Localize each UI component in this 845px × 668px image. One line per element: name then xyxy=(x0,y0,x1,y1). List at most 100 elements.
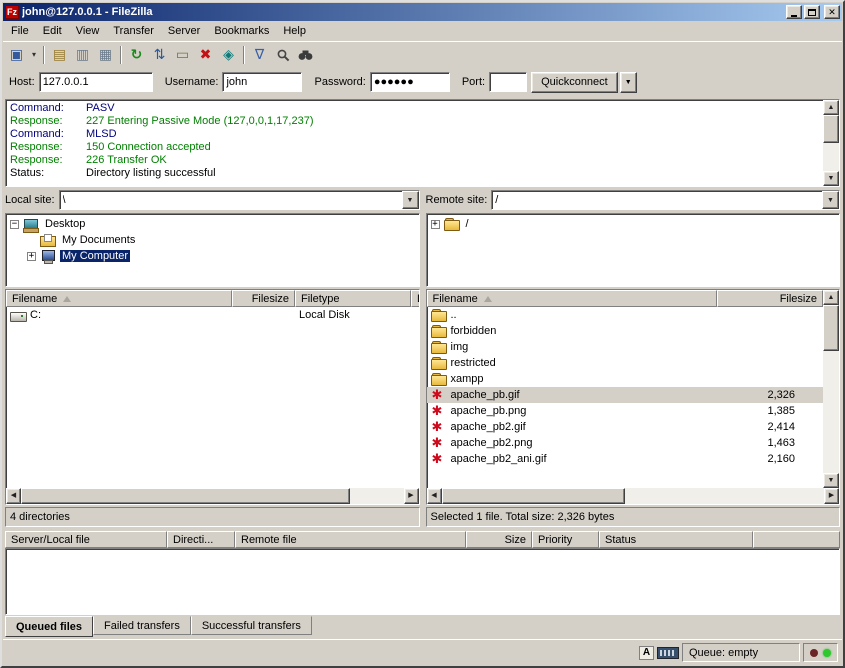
scroll-down-icon[interactable]: ▼ xyxy=(823,473,839,488)
local-column-filename[interactable]: Filename xyxy=(6,290,232,307)
local-column-filetype[interactable]: Filetype xyxy=(295,290,411,307)
menu-edit[interactable]: Edit xyxy=(36,23,69,39)
scroll-right-icon[interactable]: ▶ xyxy=(824,488,839,504)
remote-file-xampp[interactable]: xampp xyxy=(427,371,824,387)
local-tree-item-desktop[interactable]: −Desktop xyxy=(7,216,418,232)
remote-file-forbidden[interactable]: forbidden xyxy=(427,323,824,339)
local-site-combo[interactable]: ▼ xyxy=(59,190,420,210)
remote-site-input[interactable] xyxy=(492,191,822,209)
quickconnect-button[interactable]: Quickconnect xyxy=(531,72,618,93)
queue-column-priority[interactable]: Priority xyxy=(532,531,599,548)
site-manager-icon[interactable]: ▣ xyxy=(5,44,28,66)
local-tree-item-my-documents[interactable]: My Documents xyxy=(7,232,418,248)
remote-vscrollbar[interactable]: ▲ ▼ xyxy=(823,290,839,488)
find-icon[interactable] xyxy=(271,44,294,66)
site-manager-dropdown[interactable]: ▾ xyxy=(28,44,40,66)
title-bar[interactable]: Fz john@127.0.0.1 - FileZilla ✕ xyxy=(3,3,842,21)
remote-file-apache-pb-gif[interactable]: apache_pb.gif2,326 xyxy=(427,387,824,403)
toolbar-separator xyxy=(243,46,245,64)
folder-icon xyxy=(431,357,447,370)
drive-icon xyxy=(10,309,26,322)
toggle-local-tree-icon[interactable]: ▥ xyxy=(71,44,94,66)
expand-toggle-icon[interactable]: + xyxy=(431,220,440,229)
disconnect-icon[interactable]: ◈ xyxy=(217,44,240,66)
remote-file-node[interactable]: .. xyxy=(427,307,824,323)
scroll-up-icon[interactable]: ▲ xyxy=(823,290,839,305)
username-input[interactable] xyxy=(222,72,302,92)
remote-file-apache-pb2-png[interactable]: apache_pb2.png1,463 xyxy=(427,435,824,451)
queue-list[interactable] xyxy=(5,548,840,615)
scrollbar-track[interactable] xyxy=(823,305,839,473)
scroll-up-icon[interactable]: ▲ xyxy=(823,100,839,115)
log-scrollbar[interactable]: ▲ ▼ xyxy=(823,100,839,186)
local-site-dropdown[interactable]: ▼ xyxy=(402,191,419,209)
process-queue-icon[interactable]: ⇅ xyxy=(148,44,171,66)
folder-icon xyxy=(431,373,447,386)
local-tree-item-my-computer[interactable]: +My Computer xyxy=(7,248,418,264)
queue-column-status[interactable]: Status xyxy=(599,531,753,548)
scrollbar-thumb[interactable] xyxy=(21,488,350,504)
local-hscrollbar[interactable]: ◀ ▶ xyxy=(6,488,419,504)
menu-bookmarks[interactable]: Bookmarks xyxy=(207,23,276,39)
tab-failed-transfers[interactable]: Failed transfers xyxy=(93,616,191,635)
scroll-down-icon[interactable]: ▼ xyxy=(823,171,839,186)
scrollbar-thumb[interactable] xyxy=(823,305,839,351)
queue-column-directi[interactable]: Directi... xyxy=(167,531,235,548)
scroll-left-icon[interactable]: ◀ xyxy=(427,488,442,504)
password-input[interactable] xyxy=(370,72,450,92)
scroll-right-icon[interactable]: ▶ xyxy=(404,488,419,504)
remote-site-combo[interactable]: ▼ xyxy=(491,190,840,210)
toolbar: ▣▾ ▤▥▦ ↻⇅▭✖◈ ∇ xyxy=(3,41,842,67)
send-led-icon xyxy=(823,649,831,657)
log-line-status: Status:Directory listing successful xyxy=(10,167,822,180)
abort-icon[interactable]: ✖ xyxy=(194,44,217,66)
filter-icon[interactable]: ∇ xyxy=(248,44,271,66)
collapse-toggle-icon[interactable]: − xyxy=(10,220,19,229)
menu-transfer[interactable]: Transfer xyxy=(106,23,161,39)
menu-server[interactable]: Server xyxy=(161,23,207,39)
queue-status-text: Queue: empty xyxy=(689,647,758,659)
queue-column-size[interactable]: Size xyxy=(466,531,532,548)
menu-help[interactable]: Help xyxy=(276,23,313,39)
host-input[interactable] xyxy=(39,72,153,92)
queue-column-remote-file[interactable]: Remote file xyxy=(235,531,466,548)
toolbar-separator xyxy=(120,46,122,64)
sync-browsing-icon[interactable] xyxy=(294,44,317,66)
remote-file-apache-pb2-ani-gif[interactable]: apache_pb2_ani.gif2,160 xyxy=(427,451,824,467)
tab-successful-transfers[interactable]: Successful transfers xyxy=(191,616,312,635)
minimize-button[interactable] xyxy=(786,5,802,19)
remote-file-img[interactable]: img xyxy=(427,339,824,355)
scrollbar-thumb[interactable] xyxy=(823,115,839,143)
close-button[interactable]: ✕ xyxy=(824,5,840,19)
scrollbar-track[interactable] xyxy=(21,488,404,504)
local-file-c[interactable]: C:Local Disk xyxy=(6,307,419,323)
queue-column-server-local-file[interactable]: Server/Local file xyxy=(5,531,167,548)
remote-column-filesize[interactable]: Filesize xyxy=(717,290,824,307)
toggle-remote-tree-icon[interactable]: ▦ xyxy=(94,44,117,66)
toggle-log-icon[interactable]: ▤ xyxy=(48,44,71,66)
scroll-left-icon[interactable]: ◀ xyxy=(6,488,21,504)
quickconnect-dropdown[interactable]: ▼ xyxy=(620,72,637,93)
remote-site-dropdown[interactable]: ▼ xyxy=(822,191,839,209)
local-site-input[interactable] xyxy=(60,191,402,209)
remote-file-apache-pb-png[interactable]: apache_pb.png1,385 xyxy=(427,403,824,419)
remote-tree-item-node[interactable]: +/ xyxy=(428,216,839,232)
tab-queued-files[interactable]: Queued files xyxy=(5,616,93,637)
toggle-queue-icon[interactable]: ▭ xyxy=(171,44,194,66)
remote-file-apache-pb2-gif[interactable]: apache_pb2.gif2,414 xyxy=(427,419,824,435)
expand-toggle-icon[interactable]: + xyxy=(27,252,36,261)
local-column-l[interactable]: L xyxy=(411,290,419,307)
menu-view[interactable]: View xyxy=(69,23,107,39)
scrollbar-thumb[interactable] xyxy=(442,488,626,504)
scrollbar-track[interactable] xyxy=(823,115,839,171)
remote-file-restricted[interactable]: restricted xyxy=(427,355,824,371)
remote-hscrollbar[interactable]: ◀ ▶ xyxy=(427,488,840,504)
remote-column-filename[interactable]: Filename xyxy=(427,290,717,307)
local-column-filesize[interactable]: Filesize xyxy=(232,290,295,307)
port-label: Port: xyxy=(462,76,485,88)
maximize-button[interactable] xyxy=(804,5,820,19)
port-input[interactable] xyxy=(489,72,527,92)
menu-file[interactable]: File xyxy=(4,23,36,39)
scrollbar-track[interactable] xyxy=(442,488,825,504)
refresh-icon[interactable]: ↻ xyxy=(125,44,148,66)
